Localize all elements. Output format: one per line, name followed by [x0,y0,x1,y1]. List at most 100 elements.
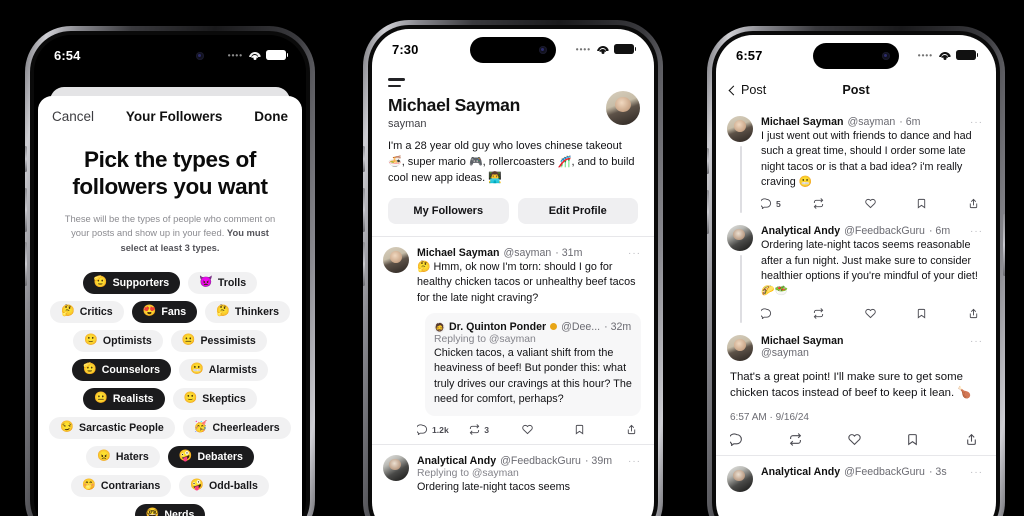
bookmark-button[interactable] [916,308,968,319]
avatar[interactable] [383,247,409,273]
phone-followers-picker: 6:54 •••• Cancel Your Followers Done Pic… [25,26,315,516]
status-indicators: •••• [227,50,289,60]
post-text: I just went out with friends to dance an… [761,130,972,188]
post-more-icon[interactable]: ··· [970,467,983,478]
post-timestamp: 6:57 AM · 9/16/24 [730,412,809,423]
post-item[interactable]: Michael Sayman @sayman · 31m ··· 🤔 Hmm, … [372,237,654,436]
phone1-volume-down[interactable] [25,242,27,286]
share-button[interactable] [968,198,979,209]
phone2-volume-down[interactable] [363,242,365,286]
avatar[interactable] [383,455,409,482]
post-more-icon[interactable]: ··· [628,248,641,259]
follower-type-chip[interactable]: 😐 Realists [83,387,165,410]
repost-button[interactable] [789,433,848,446]
post-header: Michael Sayman ··· [761,335,983,347]
quoted-post[interactable]: 🧔 Dr. Quinton Ponder @Dee... · 32m Reply… [425,312,641,417]
post-time-value: 39m [591,455,613,468]
post-timestamp: · 3s [928,466,947,478]
post-text: Ordering late-night tacos seems [417,481,571,494]
post-author-name: Analytical Andy [761,225,841,238]
chip-label: Thinkers [234,305,279,318]
like-button[interactable] [847,433,907,446]
edit-profile-button[interactable]: Edit Profile [517,198,638,224]
reply-button[interactable] [730,433,789,446]
back-button[interactable]: Post [728,83,766,97]
bookmark-button[interactable] [574,424,626,435]
reply-button[interactable]: 5 [761,198,813,210]
post-more-icon[interactable]: ··· [970,117,983,128]
follower-type-chip[interactable]: 😏 Sarcastic People [49,416,175,439]
follower-type-chip[interactable]: 🤭 Contrarians [71,474,172,497]
post-body: Analytical Andy @FeedbackGuru · 39m ··· … [417,455,641,495]
avatar[interactable] [727,334,753,361]
follower-type-chip[interactable]: 🤪 Debaters [167,445,254,468]
share-button[interactable] [968,308,979,319]
follower-type-chip[interactable]: 🫡 Counselors [72,358,171,381]
avatar[interactable]: 🧔 [434,321,445,333]
phone3-mute-switch[interactable] [707,148,709,174]
follower-type-chip[interactable]: 😍 Fans [131,300,198,323]
avatar[interactable] [606,91,640,126]
follower-type-chip[interactable]: 🤓 Nerds [134,503,206,516]
avatar[interactable] [727,466,753,492]
post-actions [761,307,983,319]
like-button[interactable] [521,424,574,435]
post-item[interactable]: Michael Sayman ··· @sayman [716,325,996,361]
phone1-volume-up[interactable] [25,188,27,232]
post-timestamp: · 6m [928,225,951,238]
phone2-volume-up[interactable] [363,188,365,232]
repost-button[interactable]: 3 [469,424,521,436]
phone2-mute-switch[interactable] [363,146,365,172]
cancel-button[interactable]: Cancel [52,109,94,124]
share-button[interactable] [965,433,978,446]
post-item[interactable]: Analytical Andy @FeedbackGuru · 3s ··· [716,456,996,492]
follower-type-chip[interactable]: 😐 Pessimists [170,329,267,352]
repost-button[interactable] [813,307,865,319]
post-more-icon[interactable]: ··· [628,456,641,467]
phone2-bezel: 7:30 •••• Michael Sayman sayman I'm a 28… [368,25,658,516]
phone1-mute-switch[interactable] [25,146,27,172]
post-item[interactable]: Michael Sayman @sayman · 6m ··· I just w… [716,106,996,214]
follower-type-chip[interactable]: 🤪 Odd-balls [179,474,269,497]
follower-type-chip[interactable]: 🫡 Supporters [82,271,181,294]
avatar[interactable] [727,225,753,252]
follower-type-chip[interactable]: 🤔 Thinkers [205,300,290,323]
reply-button[interactable]: 1.2k [417,424,469,436]
my-followers-button[interactable]: My Followers [388,198,509,224]
reply-button[interactable] [761,307,813,319]
heart-icon [864,199,876,209]
post-header: Analytical Andy @FeedbackGuru · 39m ··· [417,455,641,467]
follower-type-chip[interactable]: 🤔 Critics [50,300,124,323]
menu-icon[interactable] [372,69,654,89]
post-item[interactable]: Analytical Andy @FeedbackGuru · 39m ··· … [372,445,654,495]
share-button[interactable] [626,424,637,435]
chip-emoji-icon: 🤓 [145,508,160,516]
post-author-name: Michael Sayman [761,116,844,128]
follower-type-chip[interactable]: 🥳 Cheerleaders [182,416,291,439]
done-button[interactable]: Done [254,109,288,124]
post-more-icon[interactable]: ··· [970,336,983,347]
avatar[interactable] [727,116,753,142]
post-more-icon[interactable]: ··· [970,226,983,237]
post-author-handle: @FeedbackGuru [500,455,581,468]
chip-emoji-icon: 🫡 [93,276,108,289]
follower-type-chip[interactable]: 😠 Haters [86,445,160,468]
repost-icon [813,198,824,210]
post-author-handle: @sayman [503,247,552,259]
post-item[interactable]: Analytical Andy @FeedbackGuru · 6m ··· O… [716,215,996,323]
like-button[interactable] [864,198,917,209]
follower-type-chip[interactable]: 🙂 Skeptics [172,387,257,410]
phone3-power-button[interactable] [1003,214,1005,276]
profile-bio: I'm a 28 year old guy who loves chinese … [388,140,635,185]
follower-type-chip[interactable]: 😬 Alarmists [178,358,268,381]
repost-button[interactable] [813,198,865,210]
phone3-volume-up[interactable] [707,190,709,234]
follower-type-chip[interactable]: 🙂 Optimists [73,329,163,352]
bookmark-button[interactable] [906,433,965,446]
quoted-text: Chicken tacos, a valiant shift from the … [434,346,632,405]
signal-dots-icon: •••• [227,50,243,60]
bookmark-button[interactable] [916,198,968,209]
quoted-post-header: 🧔 Dr. Quinton Ponder @Dee... · 32m [434,321,632,333]
like-button[interactable] [864,308,917,319]
follower-type-chip[interactable]: 👿 Trolls [188,271,258,294]
